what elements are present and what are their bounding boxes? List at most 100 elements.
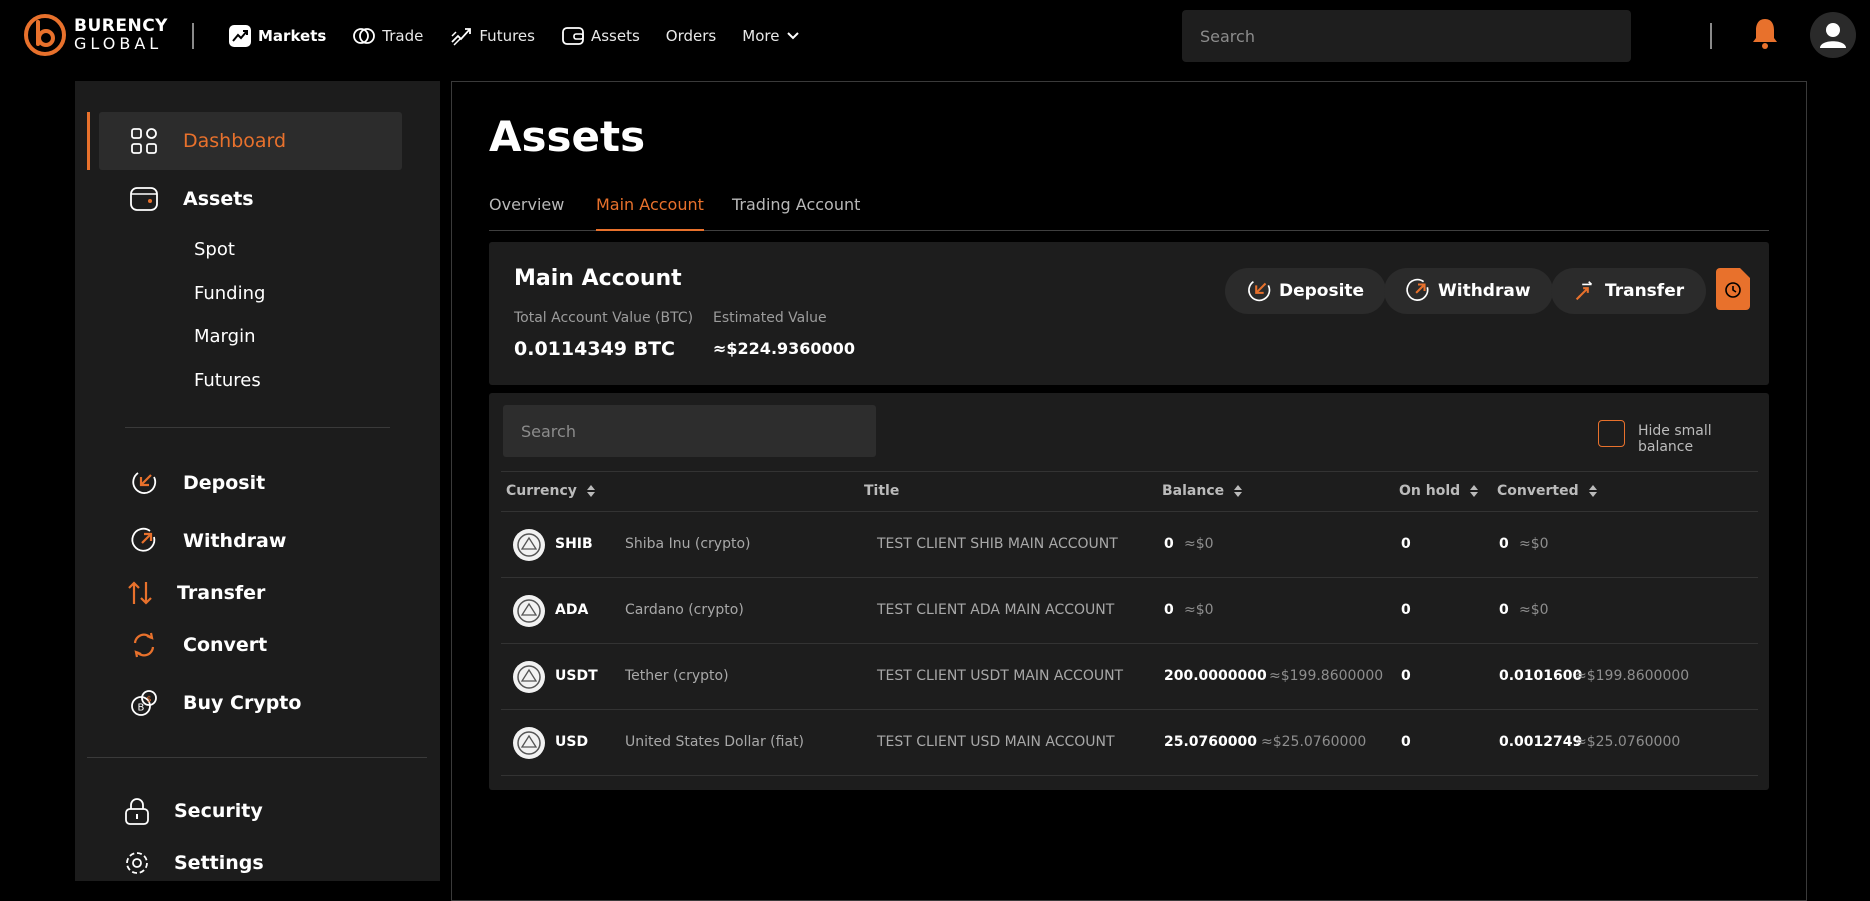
sidebar-transfer-label: Transfer [177,582,266,604]
nav-futures[interactable]: Futures [449,24,535,48]
sidebar-divider [125,427,390,428]
col-header-currency[interactable]: Currency [506,483,595,499]
sidebar-item-withdraw[interactable]: Withdraw [99,512,402,570]
account-summary-card: Main Account Total Account Value (BTC) 0… [489,242,1769,385]
sidebar-item-dashboard[interactable]: Dashboard [99,112,402,170]
sidebar-item-convert[interactable]: Convert [99,616,402,674]
lock-icon [125,798,149,825]
history-button[interactable] [1716,268,1750,310]
row-converted: 0.0101600 [1499,668,1583,684]
nav-markets-label: Markets [258,27,327,45]
row-converted: 0.0012749 [1499,734,1583,750]
transfer-button[interactable]: Transfer [1551,268,1707,314]
wallet-icon [130,187,158,211]
page-title: Assets [489,112,646,161]
row-symbol: USD [555,734,589,750]
sidebar-subitem-spot[interactable]: Spot [194,239,235,260]
row-symbol: SHIB [555,536,593,552]
total-value: 0.0114349 BTC [514,338,675,360]
sidebar-item-settings[interactable]: Settings [99,834,402,892]
nav-assets[interactable]: Assets [561,24,640,48]
top-navbar: BURENCY GLOBAL Markets Trade Futures Ass… [0,0,1870,72]
row-symbol: USDT [555,668,598,684]
row-title: TEST CLIENT ADA MAIN ACCOUNT [877,602,1115,618]
main-panel: Assets Overview Main Account Trading Acc… [451,81,1807,901]
row-title: TEST CLIENT USDT MAIN ACCOUNT [877,668,1124,684]
convert-icon [133,632,155,658]
brand-line1: BURENCY [74,16,168,36]
coin-icon [513,661,545,693]
sidebar-item-transfer[interactable]: Transfer [99,564,402,622]
deposit-button[interactable]: Deposite [1225,268,1387,314]
sidebar-subitem-funding[interactable]: Funding [194,283,265,304]
col-header-balance[interactable]: Balance [1162,483,1243,499]
brand-line2: GLOBAL [74,34,163,53]
sidebar-subitem-margin[interactable]: Margin [194,326,255,347]
sidebar-item-security[interactable]: Security [99,782,402,840]
row-on-hold: 0 [1401,602,1411,618]
col-converted-label: Converted [1497,483,1579,499]
table-row[interactable]: SHIB Shiba Inu (crypto) TEST CLIENT SHIB… [501,512,1758,578]
row-currency-name: Cardano (crypto) [625,602,744,618]
sidebar-item-assets[interactable]: Assets [99,170,402,228]
col-header-on-hold[interactable]: On hold [1399,483,1479,499]
currency-search-input[interactable] [503,405,876,457]
row-currency-name: Tether (crypto) [625,668,729,684]
currency-placeholder-icon [517,731,541,755]
user-icon [1820,23,1846,48]
nav-more[interactable]: More [742,27,800,45]
hide-small-balance-label: Hide small balance [1638,423,1712,455]
user-avatar[interactable] [1810,12,1856,58]
tab-main-account[interactable]: Main Account [596,195,704,231]
tab-overview[interactable]: Overview [489,195,564,231]
sidebar-dashboard-label: Dashboard [183,130,287,152]
nav-assets-label: Assets [590,27,640,45]
transfer-arrows-icon [128,581,152,605]
nav-markets[interactable]: Markets [228,24,326,48]
row-converted-approx: ≈$0 [1519,536,1549,552]
row-converted: 0 [1499,602,1509,618]
notification-bell-icon[interactable] [1750,16,1780,50]
sidebar-subitem-futures[interactable]: Futures [194,370,261,391]
row-on-hold: 0 [1401,734,1411,750]
active-indicator [87,112,90,170]
table-row[interactable]: ADA Cardano (crypto) TEST CLIENT ADA MAI… [501,578,1758,644]
withdraw-button[interactable]: Withdraw [1384,268,1553,314]
hide-small-balance-checkbox[interactable] [1598,420,1625,447]
deposit-button-label: Deposite [1279,281,1365,301]
sidebar-withdraw-label: Withdraw [183,530,287,552]
futures-icon [451,28,472,46]
row-title: TEST CLIENT USD MAIN ACCOUNT [877,734,1115,750]
sidebar-item-deposit[interactable]: Deposit [99,454,402,512]
currency-placeholder-icon [517,533,541,557]
nav-trade[interactable]: Trade [352,24,423,48]
sidebar-security-label: Security [174,800,263,822]
account-tabs: Overview Main Account Trading Account [489,195,1769,231]
nav-more-label: More [742,27,780,45]
sort-icon [1234,485,1243,497]
withdraw-icon [1406,278,1429,301]
sort-icon [1588,485,1597,497]
col-header-title: Title [864,483,899,499]
chevron-down-icon [787,32,800,40]
row-balance-approx: ≈$199.8600000 [1269,668,1384,684]
table-row[interactable]: USD United States Dollar (fiat) TEST CLI… [501,710,1758,776]
row-converted-approx: ≈$199.8600000 [1575,668,1690,684]
sidebar-deposit-label: Deposit [183,472,266,494]
svg-text:$: $ [147,695,152,704]
row-on-hold: 0 [1401,536,1411,552]
nav-orders[interactable]: Orders [666,27,716,45]
row-symbol: ADA [555,602,589,618]
table-row[interactable]: USDT Tether (crypto) TEST CLIENT USDT MA… [501,644,1758,710]
col-header-converted[interactable]: Converted [1497,483,1597,499]
global-search-input[interactable] [1182,10,1631,62]
brand-logo[interactable]: BURENCY GLOBAL [24,14,168,56]
balances-card: Hide small balance Currency Title Balanc… [489,393,1769,790]
markets-icon [229,25,251,47]
currency-placeholder-icon [517,599,541,623]
row-converted-approx: ≈$0 [1519,602,1549,618]
coin-icon [513,529,545,561]
sidebar-item-buy-crypto[interactable]: B $ Buy Crypto [99,674,402,732]
tab-trading-account[interactable]: Trading Account [732,195,860,231]
transfer-button-label: Transfer [1605,281,1685,301]
